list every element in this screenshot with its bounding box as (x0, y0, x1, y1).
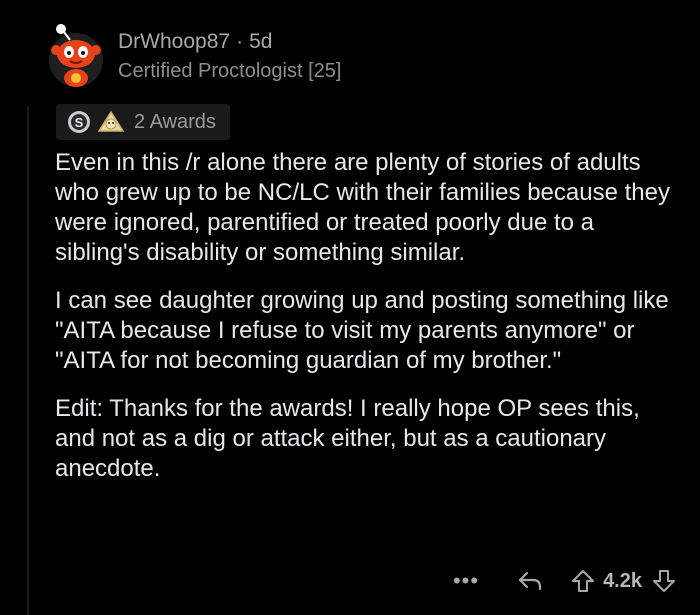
thread-rail[interactable] (27, 106, 29, 615)
svg-text:S: S (75, 115, 84, 130)
awards-count-label: 2 Awards (134, 110, 216, 133)
awards-bar[interactable]: S 2 Awards (56, 104, 230, 140)
username[interactable]: DrWhoop87 (118, 30, 230, 53)
more-options-icon[interactable]: ••• (453, 570, 479, 592)
comment-header: DrWhoop87 · 5d Certified Proctologist [25] (48, 22, 341, 88)
meta-separator: · (236, 30, 244, 53)
silver-award-icon: S (66, 109, 92, 135)
user-flair: Certified Proctologist [25] (118, 60, 342, 82)
comment-paragraph: I can see daughter growing up and postin… (55, 287, 669, 374)
comment-body: Even in this /r alone there are plenty o… (55, 148, 675, 502)
comment-actions: ••• 4.2k (453, 564, 676, 598)
snoo-avatar-icon[interactable] (48, 22, 104, 88)
helpful-award-icon (96, 109, 126, 135)
comment-paragraph: Even in this /r alone there are plenty o… (55, 149, 670, 266)
comment-age: 5d (249, 30, 273, 53)
downvote-arrow-icon[interactable] (652, 569, 676, 593)
vote-score: 4.2k (603, 569, 642, 592)
upvote-arrow-icon[interactable] (571, 569, 595, 593)
comment-meta: DrWhoop87 · 5d Certified Proctologist [25] (118, 30, 341, 84)
comment-paragraph: Edit: Thanks for the awards! I really ho… (55, 395, 640, 482)
reply-arrow-icon[interactable] (517, 570, 543, 592)
